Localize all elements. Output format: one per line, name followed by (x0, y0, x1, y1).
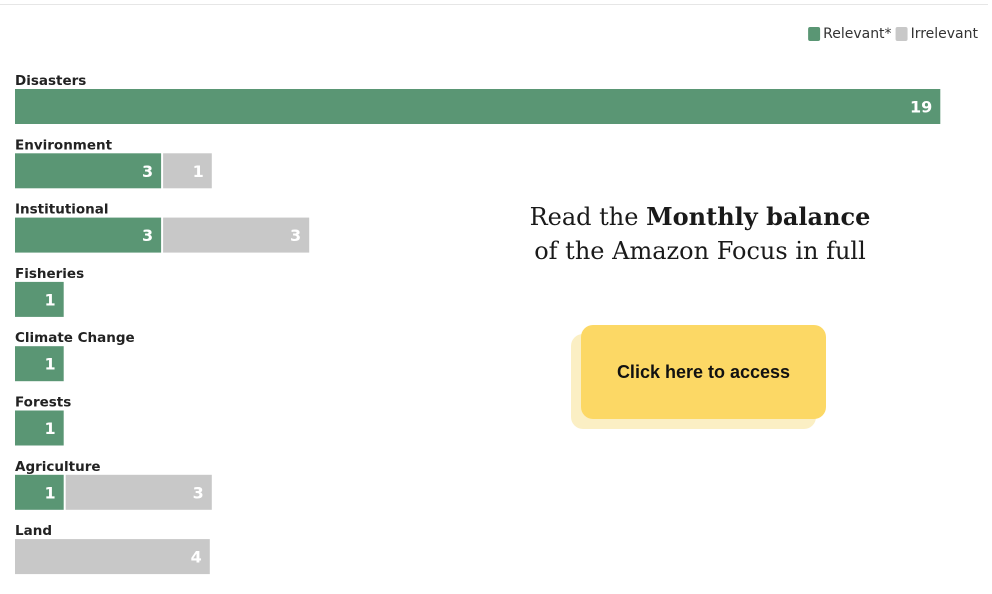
stacked-bar-chart: Irrelevant Relevant* Disasters 19 Environme… (15, 26, 979, 575)
chart-bars: Disasters 19 Environment 3 1 Institutional 3 3 F… (15, 73, 941, 575)
bar-value-relevant-agriculture: 1 (45, 483, 56, 502)
category-label-climate-change: Climate Change (15, 330, 135, 346)
access-button[interactable]: Click here to access (581, 325, 826, 419)
category-label-forests: Forests (15, 395, 71, 411)
bar-value-relevant-forests: 1 (45, 419, 56, 438)
bar-relevant-forests (15, 410, 64, 446)
category-label-agriculture: Agriculture (15, 459, 101, 475)
bar-relevant-institutional (15, 217, 162, 253)
bar-value-relevant-climate-change: 1 (45, 355, 56, 374)
bar-value-relevant-institutional: 3 (142, 226, 153, 245)
bar-value-irrelevant-environment: 1 (193, 162, 204, 181)
bar-value-irrelevant-land: 4 (191, 548, 202, 567)
promo-bold-text: Monthly balance (646, 202, 871, 231)
chart-legend: Irrelevant Relevant* (808, 26, 979, 42)
legend-label-irrelevant: Irrelevant (911, 26, 979, 42)
bar-irrelevant-institutional (163, 217, 310, 253)
legend-label-relevant: Relevant* (823, 26, 891, 42)
category-label-environment: Environment (15, 137, 113, 153)
bar-irrelevant-agriculture (65, 474, 212, 510)
bar-relevant-fisheries (15, 281, 64, 317)
bar-relevant-environment (15, 153, 162, 189)
category-label-fisheries: Fisheries (15, 266, 84, 282)
legend-swatch-relevant (808, 27, 821, 41)
category-label-institutional: Institutional (15, 202, 109, 218)
bar-relevant-disasters (15, 89, 941, 124)
promo-text: Read the Monthly balance of the Amazon F… (520, 200, 880, 268)
promo-text-before: Read the (529, 203, 639, 231)
promo-text-after: of the Amazon Focus in full (534, 237, 866, 265)
bar-value-relevant-environment: 3 (142, 162, 153, 181)
bar-irrelevant-land (15, 539, 210, 575)
bar-value-relevant-fisheries: 1 (45, 290, 56, 309)
category-label-disasters: Disasters (15, 73, 86, 89)
bar-value-relevant-disasters: 19 (910, 98, 932, 117)
bar-value-irrelevant-institutional: 3 (290, 226, 301, 245)
bar-relevant-climate-change (15, 346, 64, 382)
category-label-land: Land (15, 523, 52, 539)
bar-value-irrelevant-agriculture: 3 (193, 483, 204, 502)
bar-irrelevant-environment (163, 153, 212, 189)
legend-swatch-irrelevant (895, 27, 908, 41)
bar-relevant-agriculture (15, 474, 64, 510)
